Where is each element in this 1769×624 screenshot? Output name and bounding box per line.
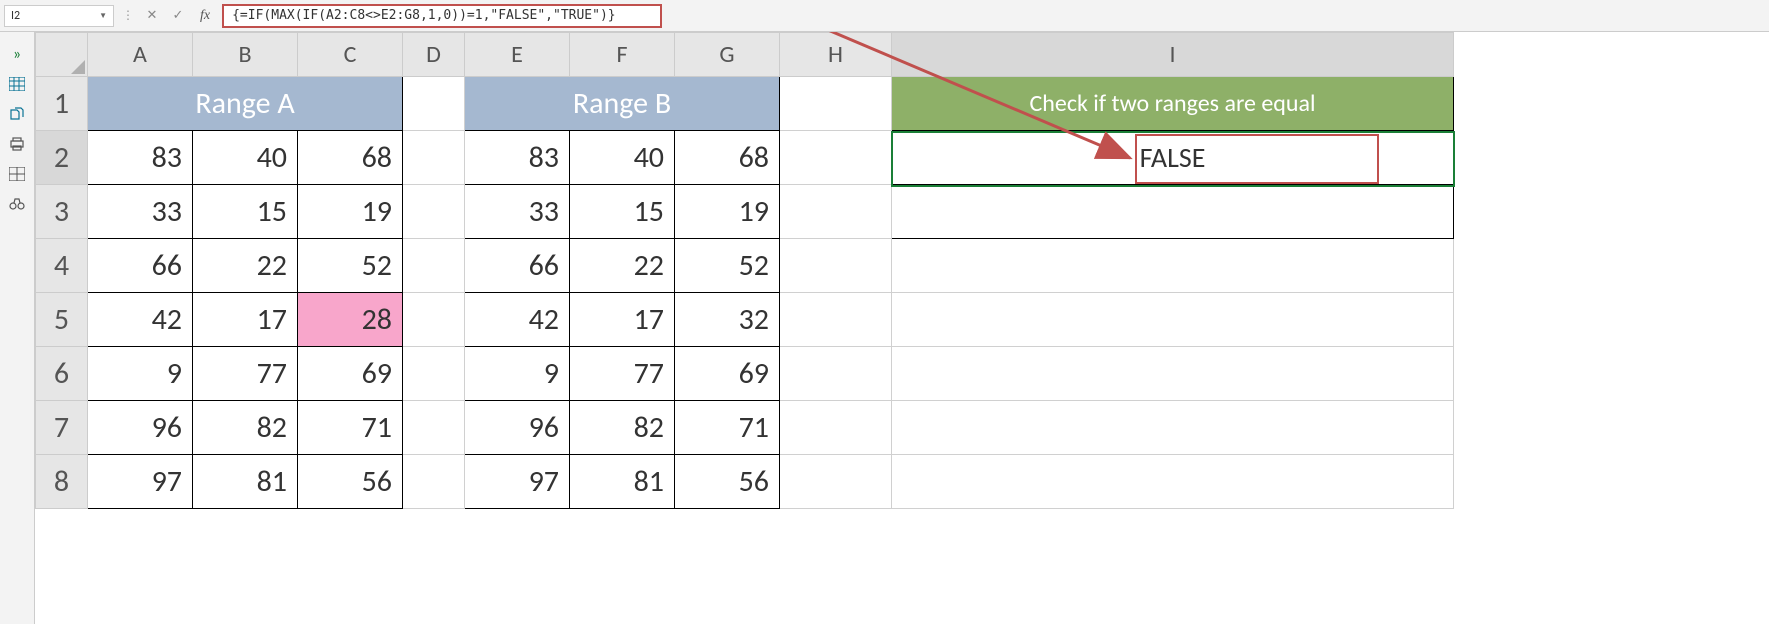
cell-F3[interactable]: 15 [570,185,675,239]
row-header-3[interactable]: 3 [36,185,88,239]
name-box[interactable]: I2 ▼ [4,5,114,27]
separator-icon: ⋮ [120,8,136,23]
range-b-title[interactable]: Range B [465,77,780,131]
print-icon[interactable] [8,136,26,152]
row-3: 3 33 15 19 33 15 19 [36,185,1454,239]
col-header-A[interactable]: A [88,33,193,77]
enter-icon[interactable]: ✓ [168,7,188,25]
cell-E4[interactable]: 66 [465,239,570,293]
col-header-C[interactable]: C [298,33,403,77]
cell-F8[interactable]: 81 [570,455,675,509]
expand-icon[interactable]: » [8,46,26,62]
side-toolbar: » [0,32,35,624]
name-box-value: I2 [11,9,20,23]
cell-B5[interactable]: 17 [193,293,298,347]
cell-B2[interactable]: 40 [193,131,298,185]
cell-G6[interactable]: 69 [675,347,780,401]
cell-B8[interactable]: 81 [193,455,298,509]
cell-E6[interactable]: 9 [465,347,570,401]
col-header-B[interactable]: B [193,33,298,77]
spreadsheet-grid[interactable]: A B C D E F G H I 1 Range A Range B Chec… [35,32,1769,624]
cell-I5[interactable] [892,293,1454,347]
cell-I2[interactable]: FALSE [892,131,1454,185]
cell-F2[interactable]: 40 [570,131,675,185]
cell-C4[interactable]: 52 [298,239,403,293]
row-1: 1 Range A Range B Check if two ranges ar… [36,77,1454,131]
col-header-E[interactable]: E [465,33,570,77]
cell-A2[interactable]: 83 [88,131,193,185]
cell-A8[interactable]: 97 [88,455,193,509]
row-5: 5 42 17 28 42 17 32 [36,293,1454,347]
table-icon[interactable] [8,76,26,92]
cell-B3[interactable]: 15 [193,185,298,239]
clipboard-icon[interactable] [8,106,26,122]
row-header-5[interactable]: 5 [36,293,88,347]
cell-F4[interactable]: 22 [570,239,675,293]
col-header-G[interactable]: G [675,33,780,77]
cell-E7[interactable]: 96 [465,401,570,455]
cell-A6[interactable]: 9 [88,347,193,401]
cell-C6[interactable]: 69 [298,347,403,401]
check-title[interactable]: Check if two ranges are equal [892,77,1454,131]
cell-F5[interactable]: 17 [570,293,675,347]
cell-C8[interactable]: 56 [298,455,403,509]
cell-I4[interactable] [892,239,1454,293]
cell-A5[interactable]: 42 [88,293,193,347]
cell-I3[interactable] [892,185,1454,239]
formula-input[interactable]: {=IF(MAX(IF(A2:C8<>E2:G8,1,0))=1,"FALSE"… [222,4,662,28]
cell-E2[interactable]: 83 [465,131,570,185]
row-7: 7 96 82 71 96 82 71 [36,401,1454,455]
cell-E8[interactable]: 97 [465,455,570,509]
row-header-1[interactable]: 1 [36,77,88,131]
row-header-8[interactable]: 8 [36,455,88,509]
cell-C7[interactable]: 71 [298,401,403,455]
row-header-6[interactable]: 6 [36,347,88,401]
cell-B4[interactable]: 22 [193,239,298,293]
col-header-F[interactable]: F [570,33,675,77]
cell-B7[interactable]: 82 [193,401,298,455]
cell-I6[interactable] [892,347,1454,401]
cell-C3[interactable]: 19 [298,185,403,239]
row-2: 2 83 40 68 83 40 68 FALSE [36,131,1454,185]
binoculars-icon[interactable] [8,196,26,212]
cell-C2[interactable]: 68 [298,131,403,185]
cell-I8[interactable] [892,455,1454,509]
cell-G5[interactable]: 32 [675,293,780,347]
row-header-2[interactable]: 2 [36,131,88,185]
cell-F6[interactable]: 77 [570,347,675,401]
col-header-H[interactable]: H [780,33,892,77]
fx-icon[interactable]: fx [194,8,216,24]
column-headers[interactable]: A B C D E F G H I [36,33,1454,77]
chevron-down-icon[interactable]: ▼ [99,11,107,21]
cell-G4[interactable]: 52 [675,239,780,293]
cell-E3[interactable]: 33 [465,185,570,239]
cell-G7[interactable]: 71 [675,401,780,455]
row-header-7[interactable]: 7 [36,401,88,455]
select-all-corner[interactable] [36,33,88,77]
cell-A4[interactable]: 66 [88,239,193,293]
row-8: 8 97 81 56 97 81 56 [36,455,1454,509]
col-header-D[interactable]: D [403,33,465,77]
cell-C5[interactable]: 28 [298,293,403,347]
cell-F7[interactable]: 82 [570,401,675,455]
cell-B6[interactable]: 77 [193,347,298,401]
row-header-4[interactable]: 4 [36,239,88,293]
formula-bar: I2 ▼ ⋮ ✕ ✓ fx {=IF(MAX(IF(A2:C8<>E2:G8,1… [0,0,1769,32]
cell-A7[interactable]: 96 [88,401,193,455]
grid-icon[interactable] [8,166,26,182]
cell-E5[interactable]: 42 [465,293,570,347]
formula-text: {=IF(MAX(IF(A2:C8<>E2:G8,1,0))=1,"FALSE"… [232,8,616,23]
cell-I7[interactable] [892,401,1454,455]
range-a-title[interactable]: Range A [88,77,403,131]
col-header-I[interactable]: I [892,33,1454,77]
cancel-icon[interactable]: ✕ [142,7,162,25]
row-4: 4 66 22 52 66 22 52 [36,239,1454,293]
cell-G2[interactable]: 68 [675,131,780,185]
cell-A3[interactable]: 33 [88,185,193,239]
cell-G8[interactable]: 56 [675,455,780,509]
row-6: 6 9 77 69 9 77 69 [36,347,1454,401]
cell-G3[interactable]: 19 [675,185,780,239]
